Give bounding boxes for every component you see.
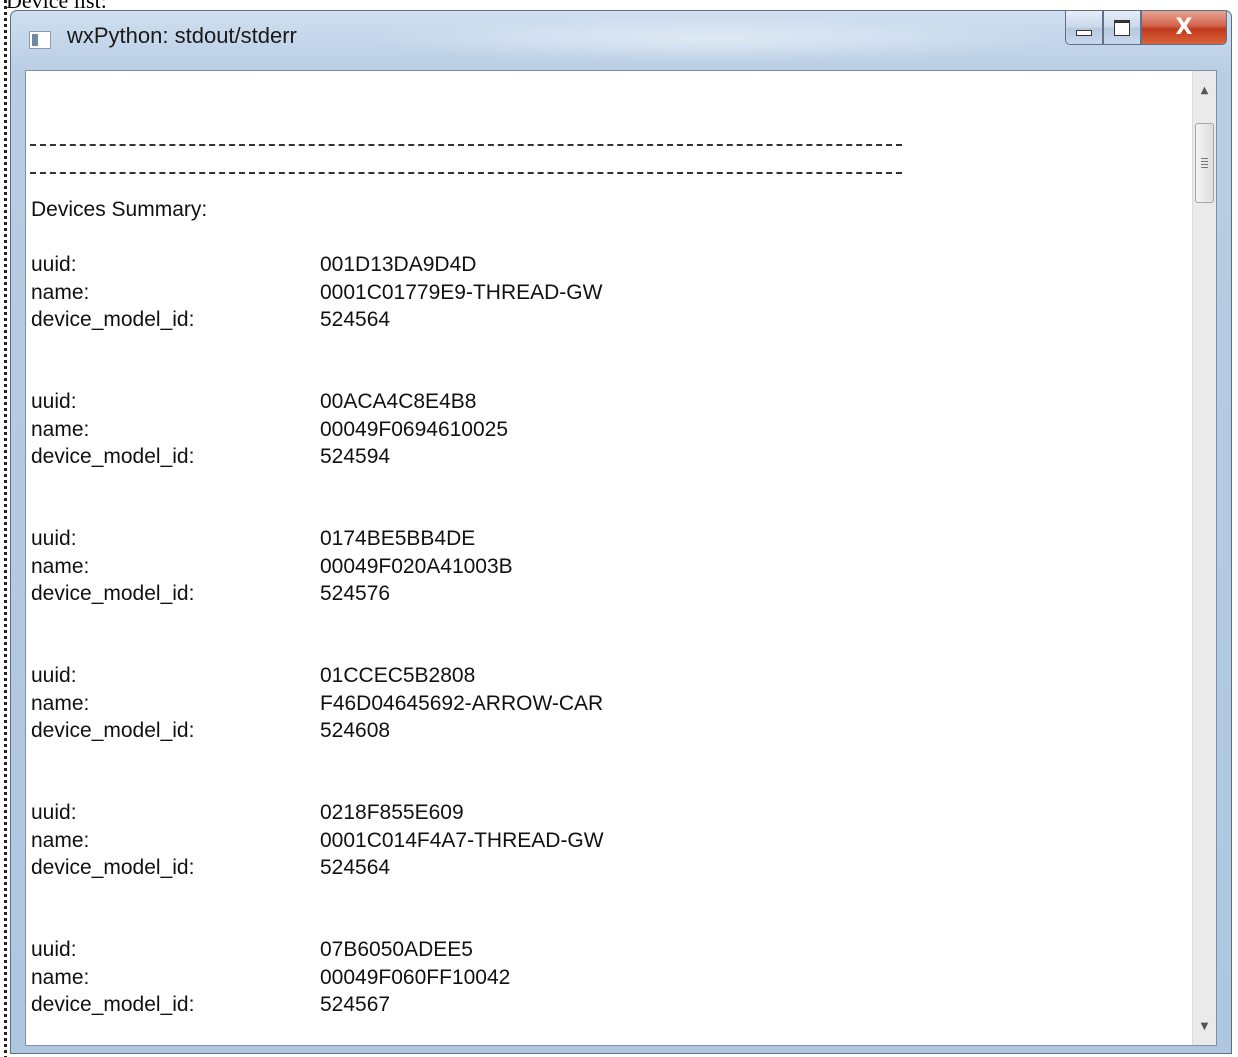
field-label-name: name: (31, 555, 90, 578)
vertical-scrollbar[interactable]: ▲ ▼ (1192, 71, 1216, 1045)
field-label-name: name: (31, 692, 90, 715)
close-button[interactable]: X (1141, 11, 1227, 45)
field-label-device-model-id: device_model_id: (31, 993, 195, 1016)
minimize-icon (1076, 29, 1092, 36)
title-bar[interactable]: wxPython: stdout/stderr X (11, 11, 1231, 67)
stdout-text-area[interactable]: Devices Summary: uuid: 001D13DA9D4D name: 0… (26, 71, 1194, 1045)
minimize-button[interactable] (1065, 11, 1103, 45)
field-label-device-model-id: device_model_id: (31, 582, 195, 605)
device-uuid-value: 001D13DA9D4D (320, 253, 477, 276)
output-panel[interactable]: Devices Summary: uuid: 001D13DA9D4D name: 0… (25, 70, 1217, 1046)
device-device-model-id-value: 524564 (320, 308, 391, 331)
device-device-model-id-value: 524594 (320, 445, 391, 468)
close-icon: X (1175, 15, 1193, 40)
field-label-device-model-id: device_model_id: (31, 719, 195, 742)
separator-line (30, 144, 902, 146)
page-border-dashes (4, 0, 7, 1057)
field-label-name: name: (31, 281, 90, 304)
grip-icon (1201, 158, 1208, 168)
device-uuid-value: 00ACA4C8E4B8 (320, 390, 477, 413)
caption-buttons: X (1065, 11, 1227, 47)
maximize-icon (1114, 19, 1130, 36)
device-name-value: 00049F020A41003B (320, 555, 513, 578)
field-label-device-model-id: device_model_id: (31, 308, 195, 331)
scrollbar-thumb[interactable] (1195, 123, 1214, 203)
device-name-value: 0001C01779E9-THREAD-GW (320, 281, 603, 304)
field-label-name: name: (31, 966, 90, 989)
device-device-model-id-value: 524564 (320, 856, 391, 879)
device-uuid-value: 0174BE5BB4DE (320, 527, 476, 550)
field-label-device-model-id: device_model_id: (31, 856, 195, 879)
separator-line (30, 172, 902, 174)
device-device-model-id-value: 524567 (320, 993, 391, 1016)
app-window: wxPython: stdout/stderr X Devices Summar… (10, 10, 1232, 1054)
field-label-name: name: (31, 829, 90, 852)
scroll-up-icon[interactable]: ▲ (1193, 79, 1216, 101)
field-label-uuid: uuid: (31, 253, 77, 276)
field-label-name: name: (31, 418, 90, 441)
field-label-uuid: uuid: (31, 390, 77, 413)
device-name-value: 0001C014F4A7-THREAD-GW (320, 829, 604, 852)
device-name-value: F46D04645692-ARROW-CAR (320, 692, 604, 715)
device-name-value: 00049F060FF10042 (320, 966, 511, 989)
summary-heading: Devices Summary: (31, 198, 208, 221)
field-label-device-model-id: device_model_id: (31, 445, 195, 468)
field-label-uuid: uuid: (31, 801, 77, 824)
field-label-uuid: uuid: (31, 527, 77, 550)
window-title: wxPython: stdout/stderr (67, 23, 297, 48)
device-uuid-value: 07B6050ADEE5 (320, 938, 473, 961)
device-device-model-id-value: 524576 (320, 582, 391, 605)
device-uuid-value: 01CCEC5B2808 (320, 664, 476, 687)
device-name-value: 00049F0694610025 (320, 418, 509, 441)
field-label-uuid: uuid: (31, 938, 77, 961)
maximize-button[interactable] (1103, 11, 1141, 45)
device-uuid-value: 0218F855E609 (320, 801, 464, 824)
app-icon[interactable] (29, 31, 51, 49)
scroll-down-icon[interactable]: ▼ (1193, 1015, 1216, 1037)
device-device-model-id-value: 524608 (320, 719, 391, 742)
field-label-uuid: uuid: (31, 664, 77, 687)
